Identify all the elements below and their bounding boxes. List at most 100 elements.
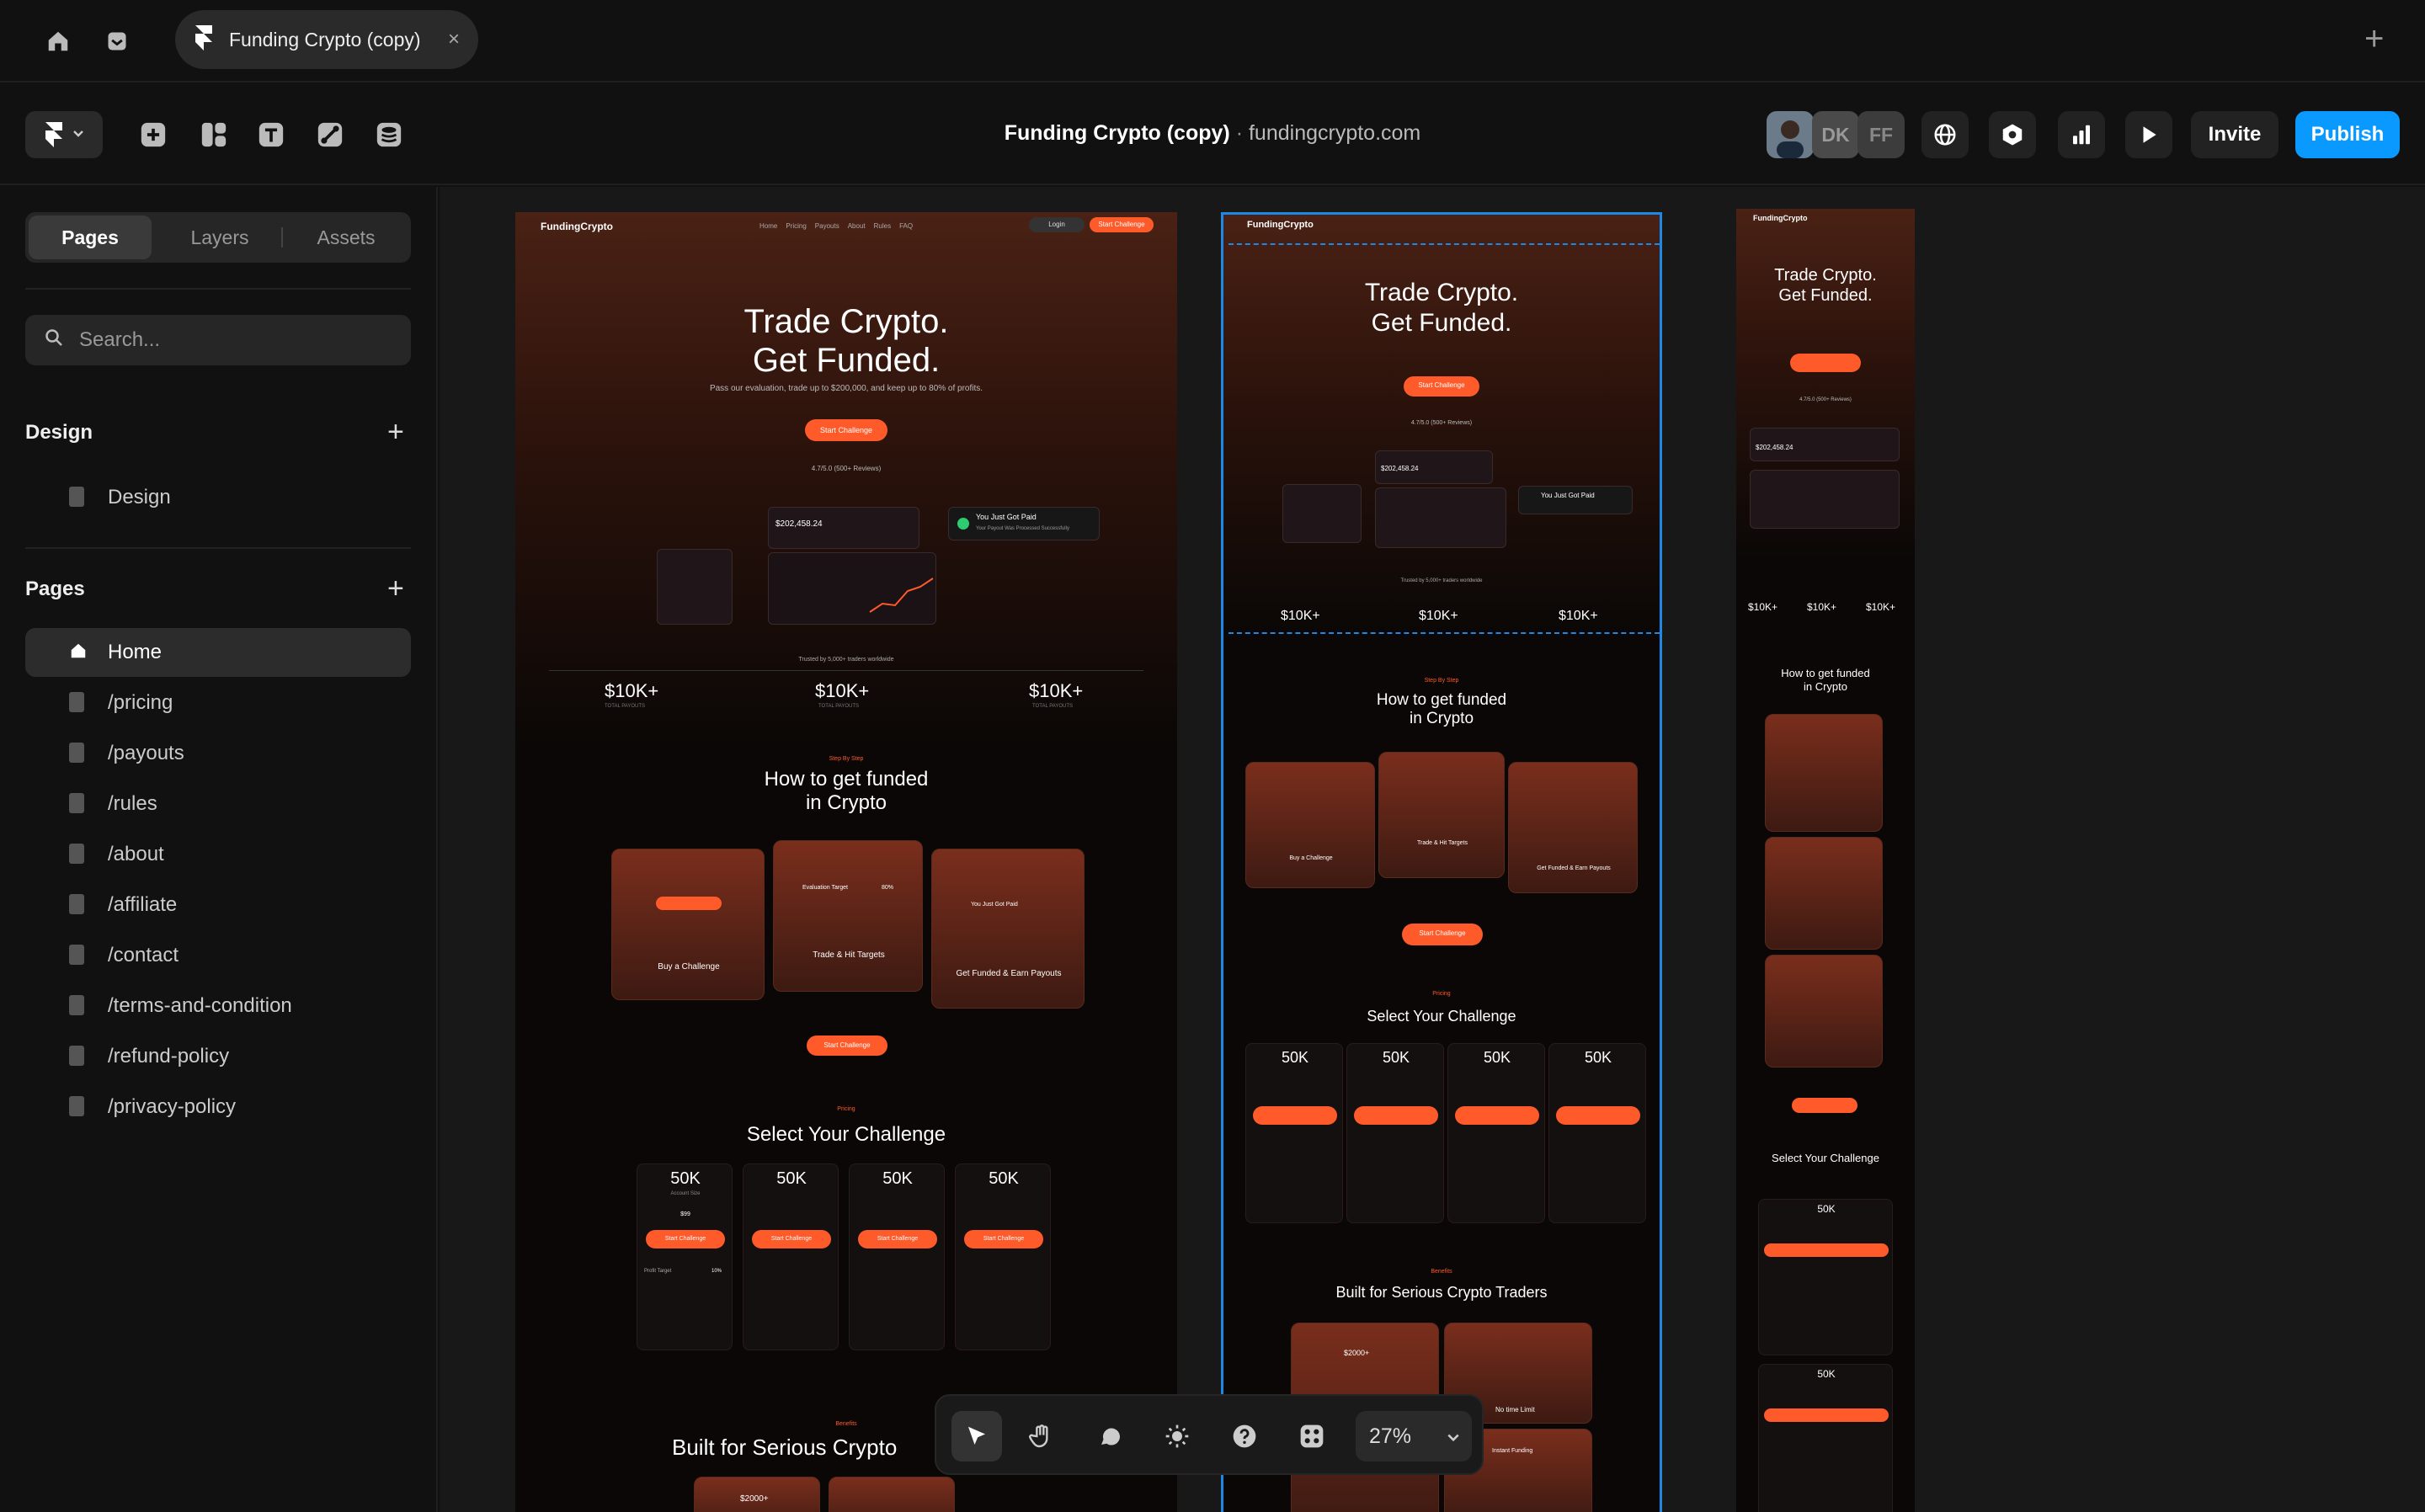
plan-cta-button[interactable] [1556,1106,1640,1125]
plan-cta-button[interactable]: Start Challenge [752,1230,831,1248]
theme-icon[interactable] [1152,1411,1202,1461]
collaborator-avatar-dk[interactable]: DK [1812,111,1859,158]
publish-button[interactable]: Publish [2295,111,2400,158]
plan-fee: $99 [680,1211,690,1217]
design-heading: Design [25,421,93,444]
page-item-contact[interactable]: /contact [25,931,411,980]
mobile-frame[interactable]: FundingCrypto Trade Crypto. Get Funded. … [1736,209,1915,1512]
home-icon[interactable] [42,25,74,57]
plan-cta-button[interactable]: Start Challenge [858,1230,937,1248]
plan-cta-button[interactable]: Start Challenge [646,1230,725,1248]
inbox-icon[interactable] [101,25,133,57]
stat-value: $10K+ [1029,680,1084,701]
page-item-payouts[interactable]: /payouts [25,729,411,778]
plan-cta-button[interactable] [1764,1243,1889,1257]
tablet-frame[interactable]: FundingCrypto Trade Crypto. Get Funded. … [1221,212,1662,1512]
panel-tabs: Pages Layers Assets [25,212,411,263]
site-login-button[interactable]: Login [1029,217,1085,232]
tab-close-button[interactable]: × [448,28,460,51]
plan-cta-button[interactable] [1455,1106,1539,1125]
add-page-button[interactable]: + [387,574,404,603]
plan-size: 50K [1817,1368,1836,1380]
avatar[interactable] [1767,111,1814,158]
plan-card: 50K [1548,1043,1646,1223]
rating: 4.7/5.0 (500+ Reviews) [811,465,882,472]
tab-pages[interactable]: Pages [29,216,152,259]
hero-sub: Pass our evaluation, trade up to $200,00… [709,384,983,393]
nav-item[interactable]: About [848,222,866,230]
title-separator: · [1235,121,1244,145]
how-cta-button[interactable] [1792,1098,1857,1113]
how-title-1: How to get funded [764,768,929,791]
stat-value: $10K+ [1281,609,1320,623]
invite-button[interactable]: Invite [2191,111,2278,158]
nav-item[interactable]: Rules [874,222,891,230]
preview-play-icon[interactable] [2125,111,2172,158]
page-item-refund[interactable]: /refund-policy [25,1032,411,1081]
search-field[interactable]: Search... [25,315,411,365]
tab-title: Funding Crypto (copy) [229,28,421,51]
payout-toast: You Just Got Paid [1518,486,1633,514]
nav-item[interactable]: Payouts [815,222,839,230]
nav-item[interactable]: FAQ [899,222,913,230]
benefit-no-time: No time Limit [1495,1406,1535,1414]
plan-size: 50K [1584,1049,1612,1066]
help-icon[interactable] [1219,1411,1270,1461]
step-title: Get Funded & Earn Payouts [956,969,1062,978]
plan-cta-button[interactable] [1354,1106,1438,1125]
tab-assets[interactable]: Assets [285,216,408,259]
page-item-terms[interactable]: /terms-and-condition [25,982,411,1030]
balance-card: $202,458.24 [1375,450,1493,484]
plan-cta-button[interactable] [1253,1106,1337,1125]
nav-item[interactable]: Pricing [786,222,806,230]
hand-tool-icon[interactable] [1017,1411,1068,1461]
page-item-home[interactable]: Home [25,628,411,677]
page-item-rules[interactable]: /rules [25,780,411,828]
rating: 4.7/5.0 (500+ Reviews) [1799,397,1852,402]
page-item-privacy[interactable]: /privacy-policy [25,1083,411,1131]
tab-layers[interactable]: Layers [158,216,281,259]
rule-value: 10% [712,1269,722,1274]
stat-value: $10K+ [1866,601,1896,613]
page-item-affiliate[interactable]: /affiliate [25,881,411,929]
components-icon[interactable] [1287,1411,1337,1461]
page-label: /terms-and-condition [108,994,292,1017]
hero-cta-button[interactable] [1790,354,1861,372]
page-item-pricing[interactable]: /pricing [25,679,411,727]
design-item[interactable]: Design [25,473,411,522]
hero-cta-button[interactable]: Start Challenge [805,419,887,441]
desktop-frame[interactable]: FundingCrypto Home Pricing Payouts About… [515,212,1177,1512]
select-tool-icon[interactable] [951,1411,1002,1461]
plan-size: 50K [776,1169,807,1188]
how-cta-button[interactable]: Start Challenge [807,1036,887,1056]
top-bar: Funding Crypto (copy) × + [0,0,2425,83]
stat-value: $10K+ [1807,601,1837,613]
stat-label: TOTAL PAYOUTS [1032,704,1074,709]
chevron-down-icon [1447,1424,1460,1449]
settings-icon[interactable] [1989,111,2036,158]
page-label: Home [108,641,163,663]
comment-icon[interactable] [1085,1411,1135,1461]
plan-cta-button[interactable]: Start Challenge [964,1230,1043,1248]
canvas[interactable]: FundingCrypto Home Pricing Payouts About… [440,187,2425,1512]
new-tab-button[interactable]: + [2364,20,2384,58]
how-cta-button[interactable]: Start Challenge [1402,924,1483,945]
project-domain[interactable]: fundingcrypto.com [1249,121,1420,145]
nav-item[interactable]: Home [759,222,777,230]
page-icon [69,844,84,864]
add-design-button[interactable]: + [387,418,404,446]
stat-value: $10K+ [1748,601,1778,613]
site-cta-button[interactable]: Start Challenge [1090,217,1154,232]
collaborator-avatar-ff[interactable]: FF [1857,111,1905,158]
document-tab[interactable]: Funding Crypto (copy) × [175,10,478,69]
benefit-amount: $2000+ [1344,1349,1370,1357]
page-item-about[interactable]: /about [25,830,411,879]
zoom-select[interactable]: 27% [1356,1411,1472,1461]
hero-cta-button[interactable]: Start Challenge [1404,376,1479,397]
plan-cta-button[interactable] [1764,1408,1889,1422]
analytics-icon[interactable] [2058,111,2105,158]
globe-icon[interactable] [1921,111,1969,158]
balance-value: $202,458.24 [1756,444,1793,451]
rule-label: Profit Target [644,1269,672,1274]
candlestick-chart [869,578,934,613]
